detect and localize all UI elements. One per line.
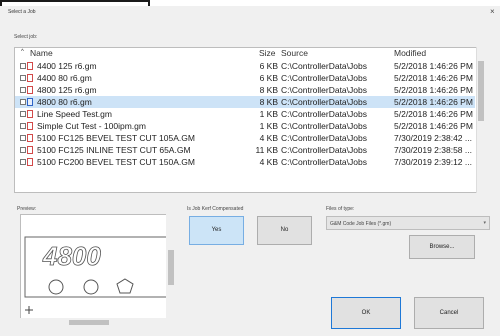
checkbox-icon[interactable] <box>20 87 26 93</box>
close-icon[interactable]: × <box>490 7 495 16</box>
file-row[interactable]: 4400 80 r6.gm 6 KB C:\ControllerData\Job… <box>15 72 475 84</box>
file-source: C:\ControllerData\Jobs <box>281 133 367 143</box>
file-icon <box>27 146 33 154</box>
file-source: C:\ControllerData\Jobs <box>281 97 367 107</box>
file-row[interactable]: Simple Cut Test - 100ipm.gm 1 KB C:\Cont… <box>15 120 475 132</box>
file-name: 5100 FC125 INLINE TEST CUT 65A.GM <box>37 145 191 155</box>
file-size: 1 KB <box>259 121 278 131</box>
file-name: Simple Cut Test - 100ipm.gm <box>37 121 146 131</box>
file-size: 11 KB <box>255 145 278 155</box>
file-name: 4800 80 r6.gm <box>37 97 92 107</box>
file-modified: 7/30/2019 2:38:42 ... <box>394 133 472 143</box>
file-size: 4 KB <box>259 133 278 143</box>
file-row[interactable]: 4800 125 r6.gm 8 KB C:\ControllerData\Jo… <box>15 84 475 96</box>
file-source: C:\ControllerData\Jobs <box>281 121 367 131</box>
file-name: 4400 80 r6.gm <box>37 73 92 83</box>
file-row[interactable]: Line Speed Test.gm 1 KB C:\ControllerDat… <box>15 108 475 120</box>
file-size: 6 KB <box>259 73 278 83</box>
preview-horizontal-scrollbar[interactable] <box>20 318 166 327</box>
checkbox-icon[interactable] <box>20 63 26 69</box>
file-icon <box>27 74 33 82</box>
checkbox-icon[interactable] <box>20 159 26 165</box>
file-name: 5100 FC200 BEVEL TEST CUT 150A.GM <box>37 157 195 167</box>
file-name: Line Speed Test.gm <box>37 109 112 119</box>
file-icon <box>27 158 33 166</box>
circle-cutout <box>83 279 99 295</box>
file-list[interactable]: ^ Name Size Source Modified 4400 125 r6.… <box>14 47 485 193</box>
checkbox-icon[interactable] <box>20 123 26 129</box>
file-modified: 5/2/2018 1:46:26 PM <box>394 61 473 71</box>
file-modified: 5/2/2018 1:46:26 PM <box>394 85 473 95</box>
cancel-button[interactable]: Cancel <box>414 297 484 329</box>
file-row-selected[interactable]: 4800 80 r6.gm 8 KB C:\ControllerData\Job… <box>15 96 475 108</box>
checkbox-icon[interactable] <box>20 147 26 153</box>
preview-horizontal-thumb[interactable] <box>69 320 109 325</box>
ok-button[interactable]: OK <box>331 297 401 329</box>
file-size: 8 KB <box>259 85 278 95</box>
file-name: 4400 125 r6.gm <box>37 61 97 71</box>
file-source: C:\ControllerData\Jobs <box>281 73 367 83</box>
file-name: 5100 FC125 BEVEL TEST CUT 105A.GM <box>37 133 195 143</box>
column-header-source[interactable]: Source <box>281 48 308 59</box>
file-type-dropdown[interactable]: G&M Code Job Files (*.gm) ▾ <box>326 216 490 230</box>
checkbox-icon[interactable] <box>20 99 26 105</box>
column-header-size[interactable]: Size <box>259 48 276 59</box>
file-modified: 5/2/2018 1:46:26 PM <box>394 73 473 83</box>
file-modified: 5/2/2018 1:46:26 PM <box>394 109 473 119</box>
checkbox-icon[interactable] <box>20 135 26 141</box>
file-type-value: G&M Code Job Files (*.gm) <box>330 221 392 227</box>
file-icon <box>27 62 33 70</box>
column-header-name[interactable]: Name <box>30 48 53 59</box>
file-row[interactable]: 5100 FC125 INLINE TEST CUT 65A.GM 11 KB … <box>15 144 475 156</box>
file-row[interactable]: 4400 125 r6.gm 6 KB C:\ControllerData\Jo… <box>15 60 475 72</box>
preview-label: Preview: <box>17 206 37 212</box>
preview-pane: 4800 <box>20 214 177 327</box>
pentagon-cutout <box>116 278 134 294</box>
chevron-down-icon: ▾ <box>483 220 486 226</box>
kerf-yes-button[interactable]: Yes <box>189 216 244 245</box>
file-icon <box>27 98 33 106</box>
kerf-label: Is Job Kerf Compensated <box>187 206 244 212</box>
file-modified: 7/30/2019 2:39:12 ... <box>394 157 472 167</box>
file-name: 4800 125 r6.gm <box>37 85 97 95</box>
file-icon <box>27 134 33 142</box>
preview-text: 4800 <box>42 241 101 271</box>
select-job-label: Select job: <box>14 34 38 40</box>
file-source: C:\ControllerData\Jobs <box>281 85 367 95</box>
file-source: C:\ControllerData\Jobs <box>281 109 367 119</box>
circle-cutout <box>48 279 64 295</box>
file-icon <box>27 122 33 130</box>
file-source: C:\ControllerData\Jobs <box>281 157 367 167</box>
file-modified: 5/2/2018 1:46:26 PM <box>394 97 473 107</box>
file-list-scroll-thumb[interactable] <box>478 61 484 121</box>
preview-drawing: 4800 <box>24 236 176 314</box>
file-size: 6 KB <box>259 61 278 71</box>
file-list-scrollbar[interactable] <box>476 47 485 193</box>
file-size: 4 KB <box>259 157 278 167</box>
file-source: C:\ControllerData\Jobs <box>281 61 367 71</box>
file-modified: 5/2/2018 1:46:26 PM <box>394 121 473 131</box>
file-source: C:\ControllerData\Jobs <box>281 145 367 155</box>
dialog-title: Select a Job <box>8 9 36 15</box>
file-row[interactable]: 5100 FC125 BEVEL TEST CUT 105A.GM 4 KB C… <box>15 132 475 144</box>
file-size: 8 KB <box>259 97 278 107</box>
kerf-no-button[interactable]: No <box>257 216 312 245</box>
checkbox-icon[interactable] <box>20 75 26 81</box>
browse-button[interactable]: Browse... <box>409 235 475 259</box>
preview-vertical-scrollbar[interactable] <box>166 214 177 327</box>
file-icon <box>27 86 33 94</box>
file-type-label: Files of type: <box>326 206 355 212</box>
file-modified: 7/30/2019 2:38:58 ... <box>394 145 472 155</box>
sort-indicator-icon: ^ <box>21 49 24 55</box>
preview-vertical-thumb[interactable] <box>168 250 174 285</box>
file-size: 1 KB <box>259 109 278 119</box>
checkbox-icon[interactable] <box>20 111 26 117</box>
column-header-modified[interactable]: Modified <box>394 48 426 59</box>
file-row[interactable]: 5100 FC200 BEVEL TEST CUT 150A.GM 4 KB C… <box>15 156 475 168</box>
file-icon <box>27 110 33 118</box>
